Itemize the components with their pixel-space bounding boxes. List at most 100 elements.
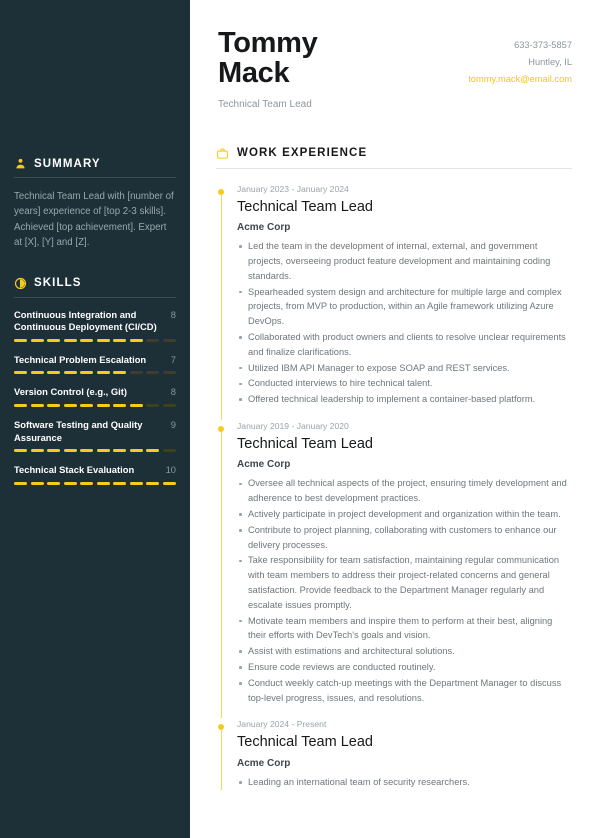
work-experience-header: WORK EXPERIENCE [216, 147, 572, 160]
skill-gauge-icon [14, 277, 27, 289]
skill-item: Continuous Integration and Continuous De… [14, 309, 176, 342]
job-role: Technical Team Lead [237, 436, 373, 453]
skill-dash [129, 481, 143, 485]
skill-dash [47, 481, 61, 485]
job-bullet: Actively participate in project developm… [237, 507, 572, 522]
skill-dash [80, 481, 94, 485]
job-date: January 2024 - Present [237, 719, 327, 730]
skill-head: Version Control (e.g., Git) 8 [14, 386, 176, 399]
skill-dash [162, 481, 176, 485]
skill-dash [14, 449, 28, 453]
user-icon [16, 158, 25, 169]
skill-score: 9 [170, 419, 176, 430]
skill-rating-bar [14, 371, 176, 375]
skill-dash [129, 371, 143, 375]
skill-dash [96, 481, 110, 485]
contact-location: Huntley, IL [528, 57, 572, 67]
skill-dash [129, 404, 143, 407]
skill-dash [162, 449, 176, 453]
job-bullet: Contribute to project planning, collabor… [237, 523, 572, 553]
skill-dash [63, 449, 77, 453]
skills-list: Continuous Integration and Continuous De… [14, 309, 176, 485]
skills-section-header: SKILLS [14, 277, 176, 290]
job-entry: January 2024 - Present Technical Team Lea… [216, 706, 572, 790]
skill-dash [47, 449, 61, 453]
summary-text: Technical Team Lead with [number of year… [14, 191, 174, 249]
job-bullet: Collaborated with product owners and cli… [237, 330, 572, 360]
candidate-name: Tommy Mack [218, 27, 318, 90]
skill-rating-bar [14, 338, 176, 342]
skill-dash [96, 404, 110, 407]
job-company: Acme Corp [237, 222, 291, 234]
skill-dash [96, 449, 110, 453]
job-bullet: Spearheaded system design and architectu… [237, 285, 572, 329]
skill-score: 8 [170, 308, 176, 320]
job-bullet: Led the team in the development of inter… [237, 239, 572, 283]
skill-dash [47, 338, 61, 342]
skill-rating-bar [14, 449, 176, 453]
skill-name: Technical Problem Escalation [14, 353, 147, 365]
skill-dash [162, 404, 176, 407]
skill-score: 10 [165, 464, 176, 476]
contact-phone: 633-373-5857 [514, 40, 572, 50]
job-date: January 2023 - January 2024 [237, 183, 349, 194]
skill-dash [129, 449, 143, 453]
skill-name: Software Testing and Quality Assurance [14, 419, 143, 443]
job-company: Acme Corp [237, 757, 291, 769]
job-bullet: Conducted interviews to hire technical t… [237, 376, 572, 391]
skill-head: Technical Problem Escalation 7 [14, 354, 176, 367]
summary-divider [14, 177, 176, 178]
skill-item: Version Control (e.g., Git) 8 [14, 386, 176, 407]
job-bullet: Ensure code reviews are conducted routin… [237, 660, 572, 675]
skill-item: Technical Stack Evaluation 10 [14, 464, 176, 485]
skill-item: Software Testing and Quality Assurance 9 [14, 419, 176, 453]
job-bullet: Take responsibility for team satisfactio… [237, 553, 572, 612]
contact-email[interactable]: tommy.mack@email.com [468, 71, 572, 88]
job-entry: January 2019 - January 2020 Technical Tea… [216, 408, 572, 719]
resume-document: SUMMARY Technical Team Lead with [number… [0, 0, 594, 838]
skill-dash [113, 481, 127, 485]
candidate-job-title: Technical Team Lead [218, 98, 312, 110]
job-role: Technical Team Lead [237, 734, 373, 751]
skill-dash [14, 481, 28, 485]
resume-header: Tommy Mack Technical Team Lead 633-373-5… [216, 0, 572, 110]
skill-name: Continuous Integration and Continuous De… [14, 308, 157, 333]
skill-dash [30, 371, 44, 375]
main-column: Tommy Mack Technical Team Lead 633-373-5… [190, 0, 594, 838]
skill-dash [80, 371, 94, 375]
skills-section: SKILLS Continuous Integration and Contin… [14, 277, 176, 485]
skill-item: Technical Problem Escalation 7 [14, 354, 176, 375]
job-date: January 2019 - January 2020 [237, 421, 349, 432]
skill-dash [129, 338, 143, 342]
skill-dash [96, 338, 110, 342]
job-bullet: Assist with estimations and architectura… [237, 644, 572, 659]
skill-score: 7 [170, 353, 176, 365]
skill-dash [96, 371, 110, 375]
skill-dash [146, 371, 160, 375]
contact-block: 633-373-5857 Huntley, IL tommy.mack@email.… [468, 28, 572, 88]
skill-dash [146, 481, 160, 485]
skills-title: SKILLS [34, 277, 82, 290]
skill-dash [30, 449, 44, 453]
job-bullet: Oversee all technical aspects of the pro… [237, 476, 572, 506]
job-bullet: Conduct weekly catch-up meetings with th… [237, 676, 572, 706]
skill-dash [146, 449, 160, 453]
skill-dash [14, 404, 28, 407]
skill-name: Technical Stack Evaluation [14, 464, 135, 476]
sidebar: SUMMARY Technical Team Lead with [number… [0, 0, 190, 838]
name-block: Tommy Mack Technical Team Lead [216, 28, 378, 110]
skill-dash [14, 371, 28, 375]
job-bullet: Utilized IBM API Manager to expose SOAP … [237, 361, 572, 376]
skill-dash [80, 338, 94, 342]
work-experience-divider [216, 167, 572, 169]
job-bullets: Oversee all technical aspects of the pro… [237, 476, 572, 705]
skill-head: Technical Stack Evaluation 10 [14, 464, 176, 477]
summary-title: SUMMARY [34, 157, 101, 170]
skills-divider [14, 296, 176, 298]
skill-dash [80, 449, 94, 453]
summary-section-header: SUMMARY [14, 157, 176, 170]
skill-dash [63, 481, 77, 485]
briefcase-icon [217, 148, 228, 159]
skill-head: Software Testing and Quality Assurance 9 [14, 419, 176, 444]
job-bullet: Motivate team members and inspire them t… [237, 614, 572, 644]
